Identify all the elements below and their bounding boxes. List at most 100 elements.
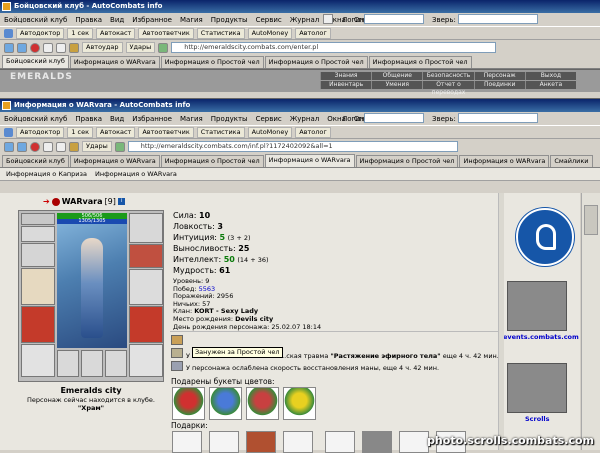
boots-slot[interactable] [129, 344, 163, 377]
banner-link[interactable]: Знания [320, 72, 371, 80]
menu-item[interactable]: Избранное [132, 16, 172, 24]
menu-item[interactable]: Вид [110, 16, 124, 24]
home-icon[interactable] [56, 141, 66, 152]
menu-item[interactable]: Бойцовский клуб [4, 16, 67, 24]
udary-button[interactable]: Удары [125, 42, 156, 53]
earrings-slot[interactable] [21, 243, 55, 267]
window1-titlebar[interactable]: Бойцовский клуб - AutoCombats info [0, 0, 600, 13]
back-arrow-icon[interactable] [4, 141, 14, 152]
toolbar-button[interactable]: Автоответчик [138, 27, 194, 39]
ring-slot-1[interactable] [57, 350, 79, 377]
banner-link[interactable]: Безопасность [422, 72, 473, 80]
toolbar-button[interactable]: Автодоктор [16, 126, 65, 138]
banner-link[interactable]: Персонаж [473, 72, 525, 80]
tab-active[interactable]: Информация о WARvara [264, 154, 355, 167]
effect-icon-3[interactable] [171, 361, 183, 371]
bracers-slot[interactable] [129, 244, 163, 268]
autoudar-button[interactable]: Автоудар [82, 42, 123, 53]
toolbar-button[interactable]: AutoMoney [247, 126, 293, 138]
banner-link[interactable]: Анкета [524, 81, 576, 89]
login-field[interactable] [364, 113, 424, 123]
info-icon[interactable]: i [117, 198, 125, 205]
clan-icon[interactable] [51, 197, 60, 206]
events-badge[interactable] [507, 281, 567, 331]
toolbar-button[interactable]: Автолог [295, 126, 331, 138]
refresh-icon[interactable] [43, 42, 53, 53]
shield-slot[interactable] [129, 269, 163, 305]
belt-slot[interactable] [21, 344, 55, 377]
ring-slot-3[interactable] [105, 350, 127, 377]
forward-arrow-icon[interactable] [17, 141, 27, 152]
forward-arrow-icon[interactable] [17, 42, 27, 53]
menu-item[interactable]: Магия [180, 16, 203, 24]
scrolls-link[interactable]: Scrolls [525, 415, 550, 423]
tab[interactable]: Бойцовский клуб [2, 55, 69, 68]
menu-item[interactable]: Вид [110, 115, 124, 123]
home-icon[interactable] [323, 14, 333, 24]
helmet-slot[interactable] [21, 213, 55, 225]
events-link[interactable]: events.combats.com [503, 333, 579, 341]
beast-field[interactable] [458, 113, 538, 123]
tab[interactable]: Информация о WARvara [69, 155, 160, 167]
banner-link[interactable]: Умения [371, 81, 422, 89]
menu-item[interactable]: Журнал [290, 115, 319, 123]
toolbar-button[interactable]: Статистика [196, 27, 245, 39]
subtab[interactable]: Информация о Каприза [6, 170, 87, 178]
stop-icon[interactable] [30, 42, 40, 53]
flower-bouquet-yellow[interactable] [283, 387, 316, 420]
banner-link[interactable]: Поединки [473, 81, 525, 89]
login-field[interactable] [364, 14, 424, 24]
flower-bouquet-blue[interactable] [209, 387, 242, 420]
tab[interactable]: Информация о Простой чел [160, 56, 264, 68]
tab[interactable]: Бойцовский клуб [2, 155, 69, 167]
tools-icon[interactable] [69, 141, 79, 152]
tab[interactable]: Информация о Простой чел [368, 56, 472, 68]
toolbar-button[interactable]: AutoMoney [247, 27, 293, 39]
tab[interactable]: Смайлики [550, 155, 593, 167]
blue-emblem[interactable] [516, 208, 574, 266]
gloves-slot[interactable] [129, 213, 163, 243]
address-bar[interactable]: http://emeraldscity.combats.com/inf.pl?1… [127, 141, 458, 152]
flower-bouquet-mixed[interactable] [246, 387, 279, 420]
tools-icon[interactable] [69, 42, 79, 53]
back-icon[interactable] [4, 127, 13, 137]
inner-scrollbar[interactable] [498, 193, 504, 450]
tab[interactable]: Информация о Простой чел [160, 155, 264, 167]
tab[interactable]: Информация о Простой чел [264, 56, 368, 68]
subtab[interactable]: Информация о WARvara [95, 170, 177, 178]
filter-icon[interactable] [158, 42, 169, 53]
effect-icon-2[interactable] [171, 348, 183, 358]
menu-item[interactable]: Бойцовский клуб [4, 115, 67, 123]
banner-link[interactable]: Инвентарь [320, 81, 371, 89]
stop-icon[interactable] [30, 141, 40, 152]
banner-link[interactable]: Выход [524, 72, 576, 80]
leggings-slot[interactable] [129, 306, 163, 343]
menu-item[interactable]: Правка [75, 16, 102, 24]
home-icon[interactable] [56, 42, 66, 53]
toolbar-button[interactable]: 1 сек [67, 126, 94, 138]
toolbar-button[interactable]: Автодоктор [16, 27, 65, 39]
menu-item[interactable]: Сервис [256, 115, 282, 123]
amulet-slot[interactable] [21, 226, 55, 242]
address-bar[interactable]: http://emeraldscity.combats.com/enter.pl [171, 42, 497, 53]
tab[interactable]: Информация о WARvara [69, 56, 160, 68]
menu-item[interactable]: Правка [75, 115, 102, 123]
back-arrow-icon[interactable] [4, 42, 14, 53]
armor-slot[interactable] [21, 306, 55, 343]
effect-icon-1[interactable] [171, 335, 183, 345]
window2-titlebar[interactable]: Информация о WARvara - AutoCombats info [0, 99, 600, 112]
ring-slot-2[interactable] [81, 350, 103, 377]
toolbar-button[interactable]: Автокаст [96, 27, 136, 39]
tab[interactable]: Информация о Простой чел [355, 155, 459, 167]
toolbar-button[interactable]: Автолог [295, 27, 331, 39]
menu-item[interactable]: Магия [180, 115, 203, 123]
refresh-icon[interactable] [43, 141, 53, 152]
menu-item[interactable]: Избранное [132, 115, 172, 123]
scrollbar-thumb[interactable] [584, 205, 598, 235]
toolbar-button[interactable]: 1 сек [67, 27, 94, 39]
menu-item[interactable]: Продукты [211, 16, 248, 24]
weapon-slot[interactable] [21, 268, 55, 305]
toolbar-button[interactable]: Автоответчик [138, 126, 194, 138]
beast-field[interactable] [458, 14, 538, 24]
banner-link[interactable]: Отчет о переводах [422, 81, 473, 96]
